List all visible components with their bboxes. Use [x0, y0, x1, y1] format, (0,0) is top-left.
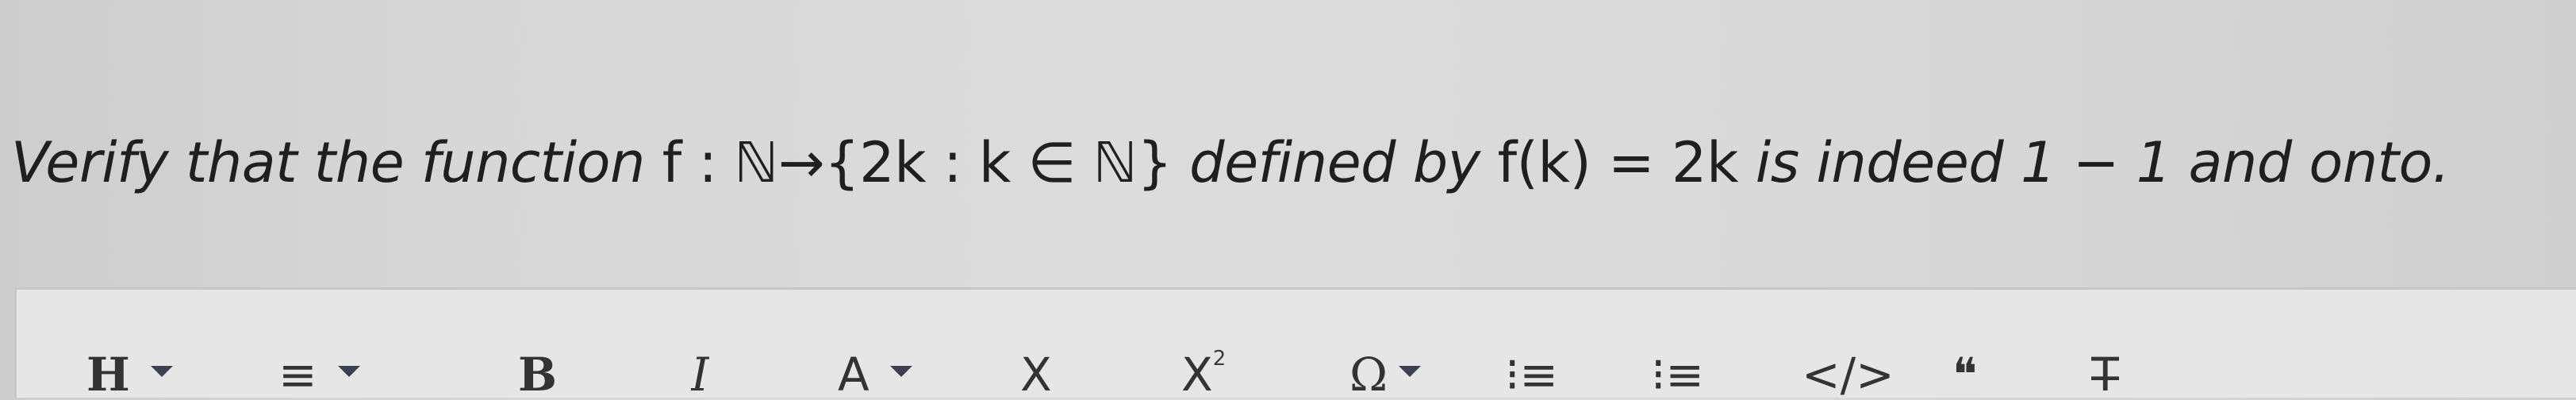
function-definition: f(k) = 2k — [1497, 130, 1738, 195]
special-characters-dropdown[interactable]: Ω — [1349, 347, 1422, 400]
bold-button[interactable]: B — [518, 347, 557, 400]
superscript-button[interactable]: X2 — [1181, 347, 1226, 400]
quote-icon: ❝ — [1952, 348, 1978, 400]
italic-button[interactable]: I — [691, 347, 709, 400]
bullet-list-button[interactable]: ⁝≡ — [1505, 347, 1558, 400]
superscript-icon: X — [1181, 348, 1213, 400]
question-middle: defined by — [1172, 130, 1498, 195]
code-button[interactable]: </> — [1802, 347, 1895, 400]
text-color-icon: A — [838, 348, 870, 400]
chevron-down-icon — [337, 366, 360, 377]
bullet-list-icon: ⁝≡ — [1505, 348, 1559, 400]
align-dropdown[interactable]: ≡ — [278, 347, 360, 400]
chevron-down-icon — [889, 366, 912, 377]
function-mapping: f : ℕ→{2k : k ∈ ℕ} — [662, 130, 1173, 195]
chevron-down-icon — [1399, 366, 1422, 377]
omega-icon: Ω — [1349, 348, 1388, 400]
numbered-list-icon: ⁝≡ — [1651, 348, 1705, 400]
numbered-list-button[interactable]: ⁝≡ — [1651, 347, 1704, 400]
subscript-button[interactable]: X — [1020, 347, 1052, 400]
text-color-dropdown[interactable]: A — [838, 347, 912, 400]
question-intro: Verify that the function — [11, 130, 662, 195]
chevron-down-icon — [150, 366, 173, 377]
clear-format-button[interactable]: T̶ — [2091, 347, 2119, 400]
question-text: Verify that the function f : ℕ→{2k : k ∈… — [11, 119, 2550, 206]
heading-icon: H — [86, 348, 130, 400]
clear-format-icon: T̶ — [2091, 348, 2120, 400]
heading-dropdown[interactable]: H — [86, 347, 173, 400]
editor-toolbar: H ≡ B I A X X2 Ω ⁝≡ ⁝≡ </> ❝ T̶ — [14, 287, 2576, 400]
align-icon: ≡ — [278, 348, 317, 400]
code-icon: </> — [1802, 348, 1895, 400]
question-end: is indeed 1 − 1 and onto. — [1738, 130, 2450, 195]
bold-icon: B — [518, 348, 558, 400]
superscript-mark: 2 — [1212, 347, 1227, 371]
subscript-icon: X — [1020, 348, 1052, 400]
italic-icon: I — [691, 348, 709, 400]
quote-button[interactable]: ❝ — [1952, 347, 1977, 400]
